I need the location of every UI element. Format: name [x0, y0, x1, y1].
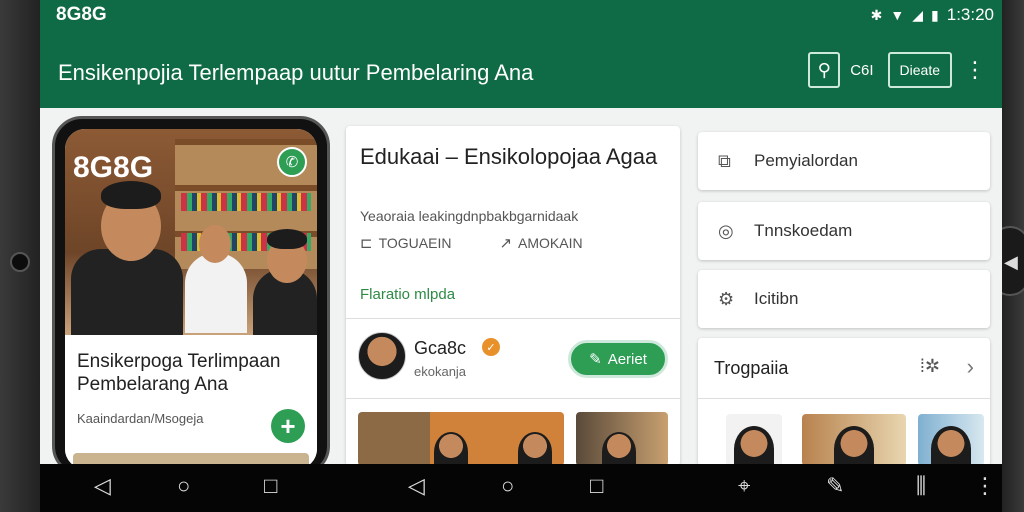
- chevron-left-icon: ◀: [1004, 252, 1018, 272]
- back-icon[interactable]: ◁: [94, 474, 111, 498]
- panel-title: Trogpaiia: [714, 358, 789, 378]
- person-head: [734, 426, 774, 466]
- more-vert-icon[interactable]: ⋮: [974, 474, 996, 498]
- thumbnail[interactable]: [576, 412, 668, 466]
- content-subtitle: Yeaoraia leakingdnpbakbgarnidaak: [360, 208, 579, 224]
- person-head: [834, 426, 874, 466]
- tag-label: AMOKAIN: [518, 235, 583, 251]
- phone-mockup: 8G8G ✆ Ensikerpoga Terlimpaan Pembelaran…: [52, 116, 330, 476]
- navigation-bar: ◁ ○ □ ◁ ○ □ ⌖ ✎ ⫼ ⋮: [40, 464, 1002, 512]
- phone-card[interactable]: Ensikerpoga Terlimpaan Pembelarang Ana K…: [65, 335, 317, 469]
- tag-item[interactable]: ↗ AMOKAIN: [499, 234, 582, 252]
- menu-item-label: Tnnskoedam: [754, 221, 853, 240]
- filter-icon[interactable]: ⁞✲: [920, 356, 940, 377]
- more-vert-icon[interactable]: ⋮: [962, 59, 988, 81]
- author-handle: ekokanja: [414, 364, 467, 379]
- person-head: [518, 432, 552, 466]
- phone-card-subtitle: Kaaindardan/Msogeja: [77, 411, 204, 426]
- phone-icon[interactable]: ✆: [277, 147, 307, 177]
- person-body: [71, 249, 183, 339]
- status-icons: ✱ ▼ ◢ ▮ 1:3:20: [871, 5, 994, 25]
- bluetooth-icon: ✱: [870, 6, 883, 23]
- gallery-thumbnail[interactable]: [802, 414, 906, 466]
- tag-label: TOGUAEIN: [378, 235, 452, 251]
- pen-icon[interactable]: ✎: [826, 474, 844, 498]
- book-open-icon: ⧉: [718, 150, 731, 171]
- wifi-icon: ▼: [890, 7, 905, 23]
- gallery-thumbnail[interactable]: [918, 414, 984, 466]
- book-icon: ⊏: [360, 235, 373, 252]
- back-icon[interactable]: ◁: [408, 474, 425, 498]
- search-button[interactable]: ⚲: [808, 52, 841, 88]
- gallery-thumbnail[interactable]: [726, 414, 782, 466]
- person-head: [602, 432, 636, 466]
- person-face: [199, 225, 231, 263]
- verified-icon: ✓: [482, 338, 500, 356]
- content-link[interactable]: Flaratio mlpda: [360, 286, 455, 303]
- signal-icon: ◢: [912, 6, 924, 23]
- device-bezel-left: [0, 0, 40, 512]
- person-head: [434, 432, 468, 466]
- screen: 8G8G ✱ ▼ ◢ ▮ 1:3:20 Ensikenpojia Terlemp…: [40, 0, 1002, 512]
- action-button[interactable]: Dieate: [887, 52, 952, 88]
- cursor-icon[interactable]: ⌖: [738, 474, 750, 498]
- app-bar: Ensikenpojia Terlempaap uutur Pembelarin…: [40, 30, 1002, 108]
- divider: [346, 318, 680, 319]
- status-bar: 8G8G ✱ ▼ ◢ ▮ 1:3:20: [40, 0, 1002, 30]
- settings-icon: ⚙: [718, 288, 735, 309]
- tablet-device: ◀ 8G8G ✱ ▼ ◢ ▮ 1:3:20 Ensikenpojia Terle…: [0, 0, 1024, 512]
- target-icon: ◎: [718, 220, 734, 241]
- camera-icon: [10, 252, 30, 272]
- search-label[interactable]: C6I: [850, 62, 873, 79]
- search-icon: ⚲: [817, 59, 831, 80]
- menu-item-label: Icitibn: [754, 289, 799, 308]
- recents-icon[interactable]: □: [590, 474, 603, 498]
- recents-icon[interactable]: □: [264, 474, 277, 498]
- phone-brand: 8G8G: [73, 151, 154, 184]
- person-head: [931, 426, 971, 466]
- thumbnail[interactable]: [358, 412, 564, 466]
- app-title: Ensikenpojia Terlempaap uutur Pembelarin…: [58, 60, 534, 85]
- chart-icon[interactable]: ⫼: [916, 474, 926, 498]
- content-title: Edukaai – Ensikolopojaa Agaa: [360, 144, 658, 169]
- content-card: Edukaai – Ensikolopojaa Agaa Yeaoraia le…: [346, 126, 680, 466]
- person-body: [185, 253, 247, 333]
- follow-label: Aeriet: [607, 350, 647, 368]
- follow-button[interactable]: ✎ Aeriet: [568, 340, 668, 378]
- person-hair: [267, 229, 307, 249]
- chevron-right-icon[interactable]: ›: [967, 354, 974, 380]
- home-icon[interactable]: ○: [501, 474, 514, 498]
- plus-icon[interactable]: +: [271, 409, 305, 443]
- status-brand: 8G8G: [56, 4, 107, 25]
- gallery-panel: Trogpaiia ⁞✲ ›: [698, 338, 990, 466]
- battery-icon: ▮: [931, 6, 939, 23]
- tag-item[interactable]: ⊏ TOGUAEIN: [360, 234, 451, 252]
- edit-icon: ✎: [589, 351, 602, 368]
- share-icon: ↗: [499, 235, 513, 252]
- author-name[interactable]: Gca8c: [414, 338, 466, 359]
- menu-item-1[interactable]: ⧉ Pemyialordan: [698, 132, 990, 190]
- hero-photo: 8G8G ✆: [65, 129, 317, 339]
- menu-item-2[interactable]: ◎ Tnnskoedam: [698, 202, 990, 260]
- home-icon[interactable]: ○: [177, 474, 190, 498]
- app-actions: ⚲ C6I Dieate ⋮: [808, 52, 988, 88]
- content-tags: ⊏ TOGUAEIN ↗ AMOKAIN: [360, 234, 583, 252]
- menu-item-label: Pemyialordan: [754, 151, 858, 170]
- divider: [698, 398, 990, 399]
- phone-card-title: Ensikerpoga Terlimpaan Pembelarang Ana: [77, 351, 281, 395]
- device-bezel-right: ◀: [990, 0, 1024, 512]
- divider: [346, 398, 680, 399]
- person-hair: [101, 181, 161, 209]
- avatar[interactable]: [358, 332, 406, 380]
- status-time: 1:3:20: [946, 5, 994, 24]
- books-row: [181, 193, 311, 211]
- phone-screen: 8G8G ✆ Ensikerpoga Terlimpaan Pembelaran…: [65, 129, 317, 469]
- menu-item-3[interactable]: ⚙ Icitibn: [698, 270, 990, 328]
